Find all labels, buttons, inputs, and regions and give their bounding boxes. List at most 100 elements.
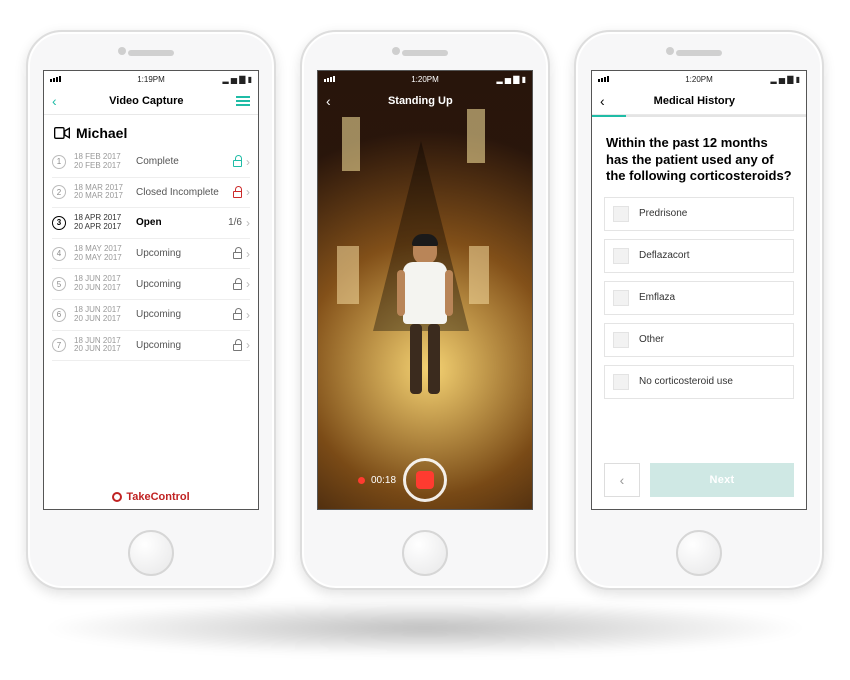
- session-dates: 18 JUN 201720 JUN 2017: [74, 306, 128, 324]
- session-number: 1: [52, 155, 66, 169]
- brand-logo-icon: [112, 492, 122, 502]
- page-title: Medical History: [654, 95, 735, 107]
- option-item[interactable]: Other: [604, 323, 794, 357]
- patient-header: Michael: [44, 115, 258, 147]
- option-label: Other: [639, 334, 664, 345]
- stop-icon: [416, 471, 434, 489]
- status-bar: 1:20PM ▂ ▅ ▇ ▮: [592, 71, 806, 87]
- status-bar: 1:19PM ▂ ▅ ▇ ▮: [44, 71, 258, 87]
- lock-icon: [233, 279, 242, 290]
- progress-fill: [592, 115, 626, 117]
- screen-video-capture: 1:19PM ▂ ▅ ▇ ▮ ‹ Video Capture Michael 1…: [43, 70, 259, 510]
- speaker: [402, 50, 448, 56]
- option-label: No corticosteroid use: [639, 376, 733, 387]
- session-number: 2: [52, 185, 66, 199]
- record-stop-button[interactable]: [403, 458, 447, 502]
- back-button[interactable]: ‹: [600, 93, 605, 109]
- session-status: Open: [136, 217, 220, 228]
- clock: 1:20PM: [592, 75, 806, 84]
- lock-icon: [233, 309, 242, 320]
- screen-survey: 1:20PM ▂ ▅ ▇ ▮ ‹ Medical History Within …: [591, 70, 807, 510]
- option-label: Predrisone: [639, 208, 687, 219]
- session-number: 5: [52, 277, 66, 291]
- chevron-right-icon: ›: [246, 338, 250, 352]
- session-row[interactable]: 3 18 APR 201720 APR 2017 Open 1/6 ›: [52, 208, 250, 239]
- chevron-right-icon: ›: [246, 155, 250, 169]
- drop-shadow: [40, 600, 810, 656]
- session-number: 7: [52, 338, 66, 352]
- front-camera: [666, 47, 674, 55]
- question-text: Within the past 12 months has the patien…: [592, 117, 806, 193]
- checkbox-icon: [613, 374, 629, 390]
- option-item[interactable]: Deflazacort: [604, 239, 794, 273]
- option-label: Emflaza: [639, 292, 675, 303]
- subject-person: [403, 236, 447, 394]
- back-button[interactable]: ‹: [52, 93, 57, 109]
- option-label: Deflazacort: [639, 250, 690, 261]
- home-button[interactable]: [128, 530, 174, 576]
- session-dates: 18 APR 201720 APR 2017: [74, 214, 128, 232]
- phone-1: 1:19PM ▂ ▅ ▇ ▮ ‹ Video Capture Michael 1…: [26, 30, 276, 590]
- nav-bar: ‹ Medical History: [592, 87, 806, 115]
- front-camera: [392, 47, 400, 55]
- lock-icon: [233, 340, 242, 351]
- checkbox-icon: [613, 290, 629, 306]
- clock: 1:19PM: [44, 75, 258, 84]
- front-camera: [118, 47, 126, 55]
- session-row[interactable]: 6 18 JUN 201720 JUN 2017 Upcoming ›: [52, 300, 250, 331]
- chevron-right-icon: ›: [246, 185, 250, 199]
- session-status: Complete: [136, 156, 225, 167]
- checkbox-icon: [613, 248, 629, 264]
- rec-dot-icon: [358, 477, 365, 484]
- session-list[interactable]: 118 FEB 201720 FEB 2017Complete›218 MAR …: [44, 147, 258, 483]
- prev-button[interactable]: ‹: [604, 463, 640, 497]
- chevron-right-icon: ›: [246, 247, 250, 261]
- chevron-right-icon: ›: [246, 277, 250, 291]
- brand-footer: TakeControl: [44, 483, 258, 509]
- lock-icon: [233, 187, 242, 198]
- session-status: Upcoming: [136, 309, 225, 320]
- page-title: Video Capture: [109, 95, 183, 107]
- progress-bar: [592, 115, 806, 117]
- menu-button[interactable]: [236, 96, 250, 106]
- checkbox-icon: [613, 332, 629, 348]
- session-row[interactable]: 418 MAY 201720 MAY 2017Upcoming›: [52, 239, 250, 270]
- session-dates: 18 JUN 201720 JUN 2017: [74, 337, 128, 355]
- session-row[interactable]: 7 18 JUN 201720 JUN 2017 Upcoming ›: [52, 331, 250, 362]
- chevron-right-icon: ›: [246, 216, 250, 230]
- option-item[interactable]: No corticosteroid use: [604, 365, 794, 399]
- lock-icon: [233, 248, 242, 259]
- phone-3: 1:20PM ▂ ▅ ▇ ▮ ‹ Medical History Within …: [574, 30, 824, 590]
- checkbox-icon: [613, 206, 629, 222]
- video-icon: [54, 127, 70, 139]
- home-button[interactable]: [402, 530, 448, 576]
- home-button[interactable]: [676, 530, 722, 576]
- session-row[interactable]: 218 MAR 201720 MAR 2017Closed Incomplete…: [52, 178, 250, 209]
- phone-2: 1:20PM ▂ ▅ ▇ ▮ ‹ Standing Up 00:18: [300, 30, 550, 590]
- page-title: Standing Up: [388, 95, 453, 107]
- status-bar: 1:20PM ▂ ▅ ▇ ▮: [318, 71, 532, 87]
- session-row[interactable]: 1 18 FEB 201720 FEB 2017 Complete ›: [52, 147, 250, 178]
- screen-recording: 1:20PM ▂ ▅ ▇ ▮ ‹ Standing Up 00:18: [317, 70, 533, 510]
- session-status: Upcoming: [136, 340, 225, 351]
- session-dates: 18 FEB 201720 FEB 2017: [74, 153, 128, 171]
- session-row[interactable]: 518 JUN 201720 JUN 2017Upcoming›: [52, 269, 250, 300]
- chevron-right-icon: ›: [246, 308, 250, 322]
- unlock-icon: [233, 156, 242, 167]
- session-number: 3: [52, 216, 66, 230]
- camera-viewfinder: [318, 71, 532, 509]
- option-item[interactable]: Emflaza: [604, 281, 794, 315]
- option-item[interactable]: Predrisone: [604, 197, 794, 231]
- nav-bar: ‹ Standing Up: [318, 87, 532, 115]
- speaker: [676, 50, 722, 56]
- back-button[interactable]: ‹: [326, 93, 331, 109]
- brand-name: TakeControl: [126, 491, 189, 503]
- record-controls: 00:18: [318, 451, 532, 509]
- nav-bar: ‹ Video Capture: [44, 87, 258, 115]
- elapsed-time: 00:18: [371, 475, 396, 486]
- next-button[interactable]: Next: [650, 463, 794, 497]
- speaker: [128, 50, 174, 56]
- session-number: 6: [52, 308, 66, 322]
- patient-name: Michael: [76, 125, 127, 141]
- session-progress: 1/6: [228, 217, 242, 228]
